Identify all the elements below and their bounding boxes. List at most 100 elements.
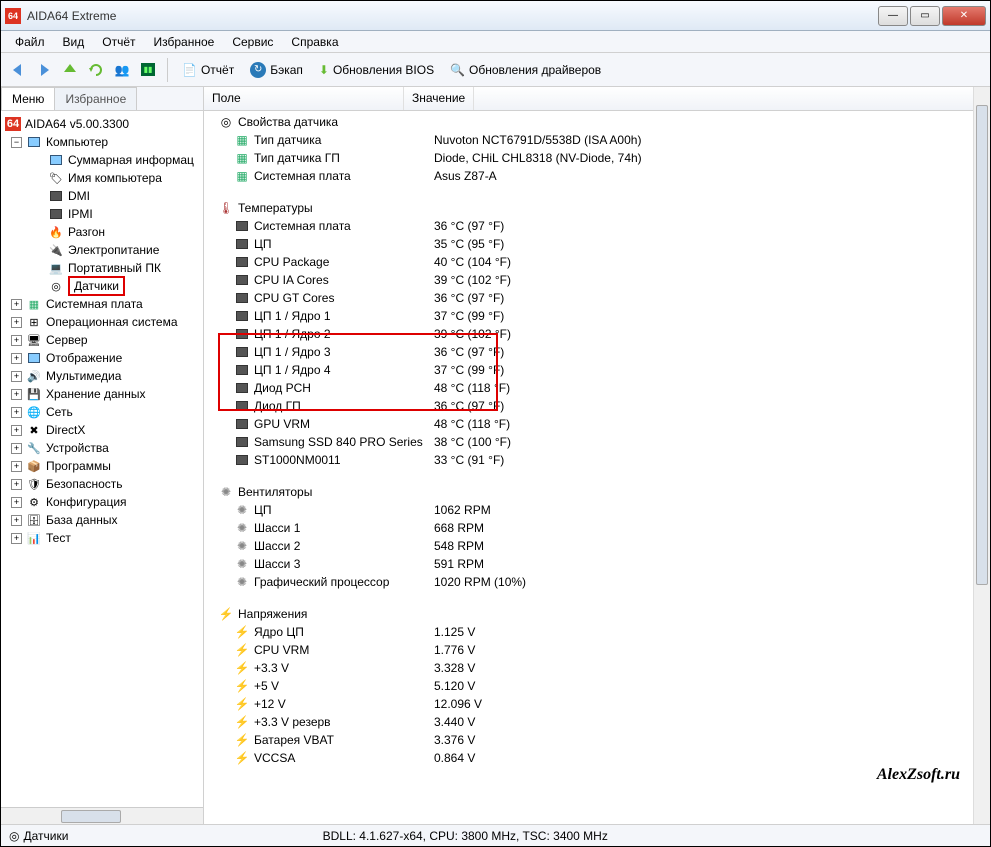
list-row[interactable]: ЦП35 °C (95 °F) <box>218 235 990 253</box>
list-row[interactable]: Samsung SSD 840 PRO Series38 °C (100 °F) <box>218 433 990 451</box>
expand-icon[interactable]: + <box>11 497 22 508</box>
tree-test[interactable]: +📊Тест <box>1 529 203 547</box>
tree-multimedia[interactable]: +🔊Мультимедиа <box>1 367 203 385</box>
list-row[interactable]: ⚡VCCSA0.864 V <box>218 749 990 767</box>
horizontal-scrollbar[interactable] <box>1 807 203 824</box>
list-row[interactable]: ✺Шасси 2548 RPM <box>218 537 990 555</box>
expand-icon[interactable]: + <box>11 479 22 490</box>
tree-overclock[interactable]: 🔥Разгон <box>1 223 203 241</box>
list-body[interactable]: ◎Свойства датчика ▦Тип датчикаNuvoton NC… <box>204 111 990 824</box>
tree-security[interactable]: +🛡Безопасность <box>1 475 203 493</box>
list-row[interactable]: ⚡Батарея VBAT3.376 V <box>218 731 990 749</box>
row-value: 3.376 V <box>434 733 475 747</box>
maximize-button[interactable]: ▭ <box>910 6 940 26</box>
expand-icon[interactable]: + <box>11 461 22 472</box>
row-field: +12 V <box>254 697 434 711</box>
menu-favorites[interactable]: Избранное <box>146 33 223 51</box>
tab-favorites[interactable]: Избранное <box>54 87 137 110</box>
list-row[interactable]: ⚡+5 V5.120 V <box>218 677 990 695</box>
expand-icon[interactable]: + <box>11 389 22 400</box>
tree-portable[interactable]: 💻Портативный ПК <box>1 259 203 277</box>
expand-icon[interactable]: + <box>11 353 22 364</box>
report-button[interactable]: 📄 Отчёт <box>176 61 240 79</box>
minimize-button[interactable]: — <box>878 6 908 26</box>
lcd-icon[interactable]: ▮▮ <box>137 59 159 81</box>
list-row[interactable]: ✺ЦП1062 RPM <box>218 501 990 519</box>
tree-summary[interactable]: Суммарная информац <box>1 151 203 169</box>
list-row[interactable]: ⚡Ядро ЦП1.125 V <box>218 623 990 641</box>
list-row[interactable]: ⚡CPU VRM1.776 V <box>218 641 990 659</box>
column-value[interactable]: Значение <box>404 87 474 110</box>
row-field: +3.3 V <box>254 661 434 675</box>
expand-icon[interactable]: + <box>11 299 22 310</box>
tree-dmi[interactable]: DMI <box>1 187 203 205</box>
users-icon[interactable]: 👥 <box>111 59 133 81</box>
list-row[interactable]: ✺Шасси 3591 RPM <box>218 555 990 573</box>
tree-os[interactable]: +⊞Операционная система <box>1 313 203 331</box>
expand-icon[interactable]: + <box>11 371 22 382</box>
menu-help[interactable]: Справка <box>283 33 346 51</box>
tree-root[interactable]: 64 AIDA64 v5.00.3300 <box>1 115 203 133</box>
tree[interactable]: 64 AIDA64 v5.00.3300 − Компьютер Суммарн… <box>1 111 203 807</box>
list-row[interactable]: CPU Package40 °C (104 °F) <box>218 253 990 271</box>
tree-devices[interactable]: +🔧Устройства <box>1 439 203 457</box>
tab-menu[interactable]: Меню <box>1 87 55 110</box>
tree-server[interactable]: +🖥Сервер <box>1 331 203 349</box>
tree-display[interactable]: +Отображение <box>1 349 203 367</box>
list-row[interactable]: CPU GT Cores36 °C (97 °F) <box>218 289 990 307</box>
list-row[interactable]: ⚡+12 V12.096 V <box>218 695 990 713</box>
list-row[interactable]: ЦП 1 / Ядро 137 °C (99 °F) <box>218 307 990 325</box>
list-row[interactable]: ЦП 1 / Ядро 239 °C (102 °F) <box>218 325 990 343</box>
column-field[interactable]: Поле <box>204 87 404 110</box>
tree-database[interactable]: +🗄База данных <box>1 511 203 529</box>
driver-update-button[interactable]: 🔍 Обновления драйверов <box>444 61 607 79</box>
list-row[interactable]: ✺Шасси 1668 RPM <box>218 519 990 537</box>
list-row[interactable]: CPU IA Cores39 °C (102 °F) <box>218 271 990 289</box>
menu-report[interactable]: Отчёт <box>94 33 143 51</box>
tree-ipmi[interactable]: IPMI <box>1 205 203 223</box>
up-button[interactable] <box>59 59 81 81</box>
tree-power[interactable]: 🔌Электропитание <box>1 241 203 259</box>
expand-icon[interactable]: + <box>11 533 22 544</box>
list-row[interactable]: Системная плата36 °C (97 °F) <box>218 217 990 235</box>
list-row[interactable]: ⚡+3.3 V3.328 V <box>218 659 990 677</box>
list-row[interactable]: ✺Графический процессор1020 RPM (10%) <box>218 573 990 591</box>
list-row[interactable]: ▦Тип датчикаNuvoton NCT6791D/5538D (ISA … <box>218 131 990 149</box>
list-row[interactable]: ⚡+3.3 V резерв3.440 V <box>218 713 990 731</box>
tree-config[interactable]: +⚙Конфигурация <box>1 493 203 511</box>
list-row[interactable]: ЦП 1 / Ядро 437 °C (99 °F) <box>218 361 990 379</box>
vertical-scrollbar[interactable] <box>973 87 990 824</box>
back-button[interactable] <box>7 59 29 81</box>
expand-icon[interactable]: + <box>11 425 22 436</box>
list-row[interactable]: ▦Тип датчика ГПDiode, CHiL CHL8318 (NV-D… <box>218 149 990 167</box>
list-row[interactable]: ЦП 1 / Ядро 336 °C (97 °F) <box>218 343 990 361</box>
collapse-icon[interactable]: − <box>11 137 22 148</box>
expand-icon[interactable]: + <box>11 407 22 418</box>
menu-view[interactable]: Вид <box>55 33 93 51</box>
list-row[interactable]: Диод ГП36 °C (97 °F) <box>218 397 990 415</box>
expand-icon[interactable]: + <box>11 515 22 526</box>
expand-icon[interactable]: + <box>11 443 22 454</box>
tree-sensors[interactable]: ◎Датчики <box>1 277 203 295</box>
expand-icon[interactable]: + <box>11 317 22 328</box>
tree-programs[interactable]: +📦Программы <box>1 457 203 475</box>
tree-storage[interactable]: +💾Хранение данных <box>1 385 203 403</box>
bios-update-button[interactable]: ⬇ Обновления BIOS <box>313 61 440 79</box>
backup-button[interactable]: ↻ Бэкап <box>244 60 309 80</box>
list-row[interactable]: GPU VRM48 °C (118 °F) <box>218 415 990 433</box>
tree-directx[interactable]: +✖DirectX <box>1 421 203 439</box>
expand-icon[interactable]: + <box>11 335 22 346</box>
close-button[interactable]: ✕ <box>942 6 986 26</box>
tree-network[interactable]: +🌐Сеть <box>1 403 203 421</box>
list-row[interactable]: ST1000NM001133 °C (91 °F) <box>218 451 990 469</box>
menu-service[interactable]: Сервис <box>224 33 281 51</box>
menu-file[interactable]: Файл <box>7 33 53 51</box>
refresh-button[interactable] <box>85 59 107 81</box>
tree-motherboard[interactable]: +▦Системная плата <box>1 295 203 313</box>
tree-computer[interactable]: − Компьютер <box>1 133 203 151</box>
list-row[interactable]: Диод PCH48 °C (118 °F) <box>218 379 990 397</box>
row-value: 5.120 V <box>434 679 475 693</box>
list-row[interactable]: ▦Системная платаAsus Z87-A <box>218 167 990 185</box>
forward-button[interactable] <box>33 59 55 81</box>
tree-computer-name[interactable]: 🏷Имя компьютера <box>1 169 203 187</box>
